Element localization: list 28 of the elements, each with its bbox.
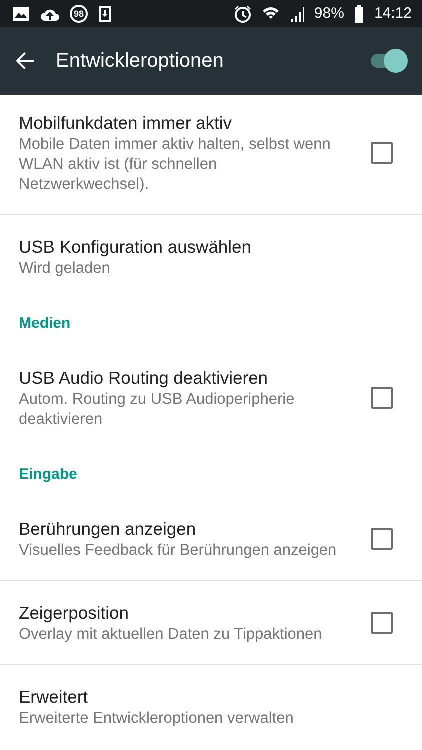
setting-summary: Mobile Daten immer aktiv halten, selbst wenn WLAN aktiv ist (für schnellen Netzwerkwechsel).: [19, 135, 332, 195]
setting-summary: Visuelles Feedback für Berührungen anzeigen: [19, 541, 338, 561]
setting-title[interactable]: Berührungen anzeigen: [19, 517, 341, 541]
download-icon: [98, 4, 112, 22]
setting-title[interactable]: Erweitert: [19, 685, 341, 709]
count-badge: 98: [70, 4, 88, 22]
signal-icon: [290, 4, 304, 22]
image-icon: [12, 4, 30, 22]
setting-title[interactable]: USB Konfiguration auswählen: [19, 235, 341, 259]
setting-title[interactable]: Zeigerposition: [19, 601, 341, 625]
battery-percent: 98%: [314, 5, 344, 22]
setting-summary: Autom. Routing zu USB Audioperipherie deaktivieren: [19, 390, 296, 430]
alarm-icon: [234, 4, 252, 22]
window-title: Entwickleroptionen: [56, 50, 225, 72]
category-header: Medien: [18, 314, 72, 334]
back-icon[interactable]: [14, 50, 36, 72]
checkbox[interactable]: [371, 386, 393, 408]
checkbox[interactable]: [371, 528, 393, 550]
checkbox[interactable]: [371, 142, 393, 164]
clock-time: 14:12: [374, 5, 412, 22]
setting-summary: Overlay mit aktuellen Daten zu Tippaktionen: [19, 625, 324, 645]
setting-title[interactable]: USB Audio Routing deaktivieren: [19, 366, 341, 390]
category-header: Eingabe: [18, 465, 78, 485]
setting-summary: Erweiterte Entwickleroptionen verwalten: [19, 709, 295, 729]
setting-summary: Wird geladen: [19, 259, 112, 279]
checkbox[interactable]: [371, 612, 393, 634]
setting-title[interactable]: Mobilfunkdaten immer aktiv: [19, 111, 341, 135]
battery-icon: [354, 4, 364, 22]
